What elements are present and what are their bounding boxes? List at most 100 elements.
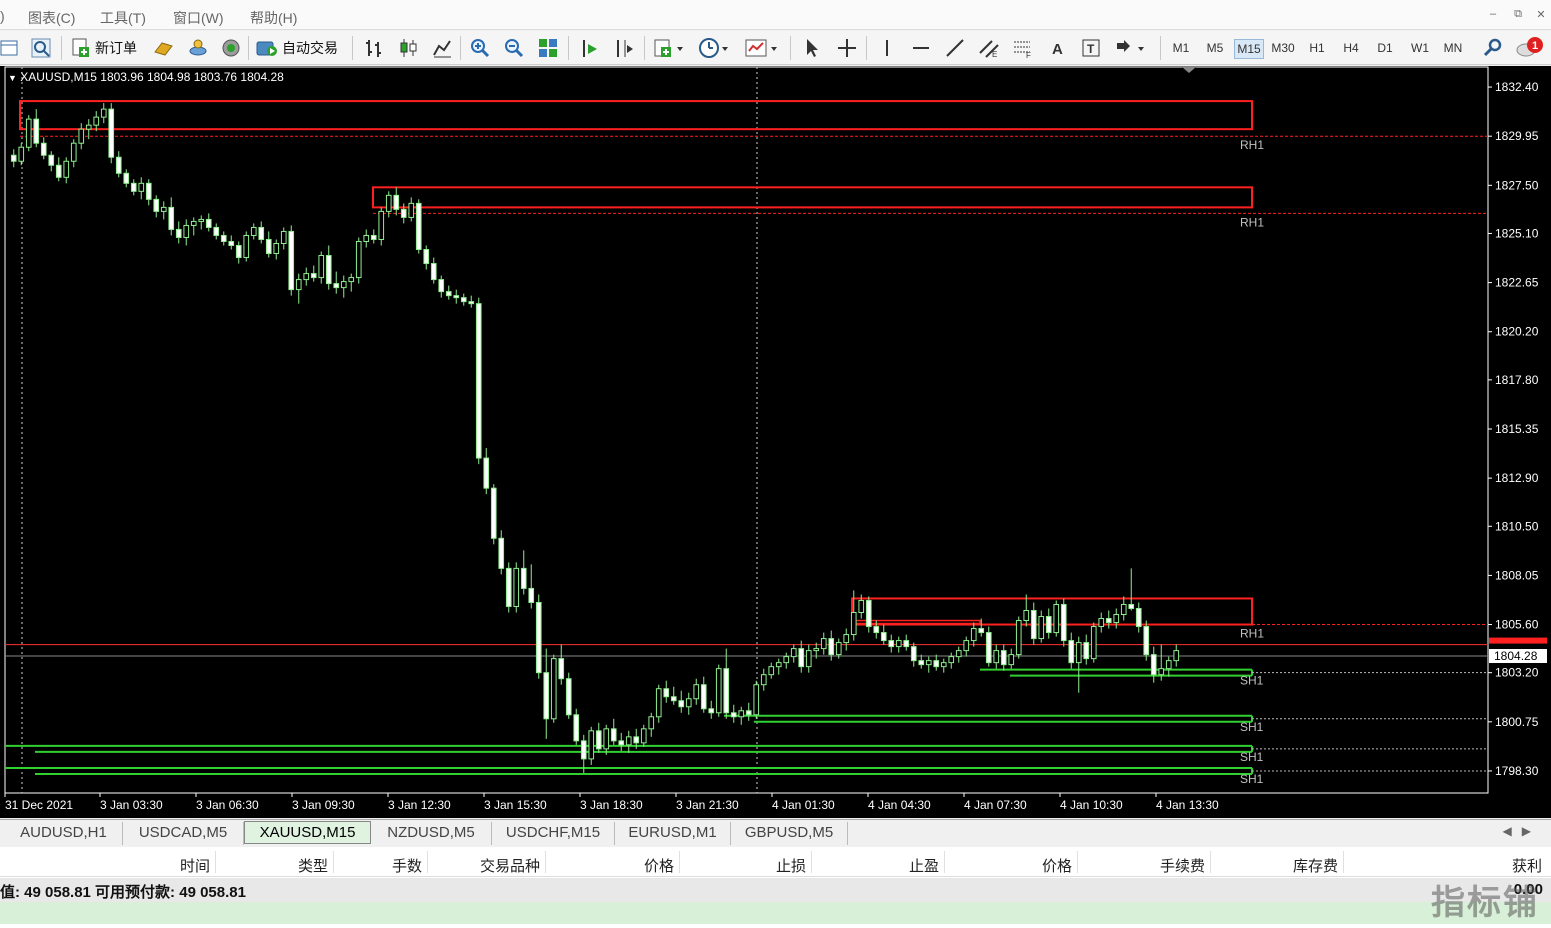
close-button[interactable]: ✕ (1531, 8, 1551, 24)
trendline-icon[interactable] (944, 35, 966, 61)
col-type[interactable]: 类型 (270, 855, 328, 876)
tab-usdchf-m15[interactable]: USDCHF,M15 (492, 822, 615, 845)
y-tick-label: 1815.35 (1495, 422, 1539, 436)
auto-trading-icon (256, 41, 277, 56)
menu-item-window[interactable]: 窗口(W) (173, 8, 224, 28)
toolbar-separator (1160, 36, 1161, 60)
menu-item-chart[interactable]: 图表(C) (28, 8, 75, 28)
timeframe-h4[interactable]: H4 (1336, 39, 1366, 59)
templates-icon[interactable] (745, 35, 779, 61)
col-price[interactable]: 价格 (614, 855, 674, 876)
col-symbol[interactable]: 交易品种 (460, 855, 540, 876)
market-watch-icon[interactable] (0, 35, 20, 61)
timeframe-mn[interactable]: MN (1438, 39, 1468, 59)
y-tick-label: 1820.20 (1495, 325, 1539, 339)
timeframe-m30[interactable]: M30 (1268, 39, 1298, 59)
tab-xauusd-m15[interactable]: XAUUSD,M15 (244, 821, 371, 844)
timeframe-h1[interactable]: H1 (1302, 39, 1332, 59)
bear-candle (33, 118, 40, 144)
bull-candle (340, 281, 347, 289)
bar-chart-icon[interactable] (363, 35, 385, 61)
tab-gbpusd-m5[interactable]: GBPUSD,M5 (731, 822, 848, 845)
menu-item-tools[interactable]: 工具(T) (100, 8, 146, 28)
zoom-in-icon[interactable] (469, 35, 491, 61)
toolbar-separator (460, 36, 461, 60)
bear-candle (145, 182, 152, 200)
bull-candle (805, 650, 812, 668)
col-stop-loss[interactable]: 止损 (746, 855, 806, 876)
horizontal-line-icon[interactable] (910, 35, 932, 61)
bull-candle (835, 642, 842, 656)
bear-candle (55, 164, 62, 178)
resistance-zone-label: RH1 (1240, 138, 1264, 152)
gold-icon[interactable] (152, 35, 174, 61)
terminal-panel: 时间 类型 手数 交易品种 价格 止损 止盈 价格 手续费 库存费 获利 值: … (0, 847, 1551, 928)
bear-candle (933, 660, 940, 668)
bull-candle (858, 599, 865, 614)
chart-shift-icon[interactable] (613, 35, 635, 61)
periods-icon[interactable] (698, 35, 730, 61)
minimize-button[interactable]: – (1483, 8, 1503, 24)
zoom-out-icon[interactable] (503, 35, 525, 61)
fibonacci-icon[interactable]: F (1012, 35, 1034, 61)
timeframe-m5[interactable]: M5 (1200, 39, 1230, 59)
bear-candle (1150, 654, 1157, 676)
timeframe-d1[interactable]: D1 (1370, 39, 1400, 59)
support-zone-label: SH1 (1240, 772, 1264, 786)
tab-eurusd-m1[interactable]: EURUSD,M1 (615, 822, 731, 845)
col-time[interactable]: 时间 (150, 855, 210, 876)
col-current-price[interactable]: 价格 (1012, 855, 1072, 876)
restore-button[interactable]: ⧉ (1508, 8, 1528, 24)
toolbar-separator (644, 36, 645, 60)
tab-audusd-h1[interactable]: AUDUSD,H1 (5, 822, 123, 845)
text-icon[interactable]: A (1047, 35, 1069, 61)
timeframe-w1[interactable]: W1 (1405, 39, 1435, 59)
bull-candle (25, 118, 32, 148)
vertical-line-icon[interactable] (876, 35, 898, 61)
arrows-icon[interactable] (1114, 35, 1148, 61)
col-commission[interactable]: 手续费 (1125, 855, 1205, 876)
chart-window[interactable]: 1832.40 1829.95 1827.50 1825.10 1822.65 1820.… (0, 66, 1551, 818)
column-separator (1077, 851, 1078, 873)
column-separator (1210, 851, 1211, 873)
menu-item-file[interactable]: ) (0, 8, 5, 24)
timeframe-m15[interactable]: M15 (1234, 39, 1264, 59)
bull-candle (70, 142, 77, 162)
new-order-button[interactable]: 新订单 (70, 35, 137, 61)
bear-candle (985, 632, 992, 664)
tab-usdcad-m5[interactable]: USDCAD,M5 (123, 822, 244, 845)
line-chart-icon[interactable] (431, 35, 453, 61)
menu-item-help[interactable]: 帮助(H) (250, 8, 297, 28)
col-lots[interactable]: 手数 (362, 855, 422, 876)
notifications-icon[interactable]: 1 (1515, 35, 1547, 61)
tab-nzdusd-m5[interactable]: NZDUSD,M5 (371, 822, 492, 845)
autoscroll-icon[interactable] (579, 35, 601, 61)
candlestick-chart[interactable]: 1832.40 1829.95 1827.50 1825.10 1822.65 1820.… (0, 66, 1551, 818)
indicators-icon[interactable] (653, 35, 685, 61)
signals-icon[interactable] (187, 35, 209, 61)
bull-candle (693, 684, 700, 700)
col-take-profit[interactable]: 止盈 (879, 855, 939, 876)
bull-candle (948, 656, 955, 664)
candlestick-chart-icon[interactable] (397, 35, 419, 61)
tile-windows-icon[interactable] (537, 35, 559, 61)
bull-candle (1120, 603, 1127, 616)
cursor-icon[interactable] (801, 35, 823, 61)
timeframe-m1[interactable]: M1 (1166, 39, 1196, 59)
text-label-icon[interactable]: T (1080, 35, 1102, 61)
auto-trading-button[interactable]: 自动交易 (255, 35, 338, 61)
tab-scroll-arrows-icon[interactable]: ◀▶ (1503, 824, 1541, 838)
bear-candle (415, 202, 422, 251)
navigator-icon[interactable] (30, 35, 52, 61)
support-zone-label: SH1 (1240, 674, 1264, 688)
market-icon[interactable] (220, 35, 242, 61)
equidistant-channel-icon[interactable]: E (978, 35, 1000, 61)
col-profit[interactable]: 获利 (1480, 855, 1542, 876)
bear-candle (40, 142, 47, 156)
y-tick-label: 1810.50 (1495, 519, 1539, 533)
col-swap[interactable]: 库存费 (1258, 855, 1338, 876)
chart-menu-triangle-icon[interactable]: ▼ (8, 73, 17, 83)
search-icon[interactable] (1482, 35, 1504, 61)
crosshair-icon[interactable] (836, 35, 858, 61)
bull-candle (243, 234, 250, 259)
